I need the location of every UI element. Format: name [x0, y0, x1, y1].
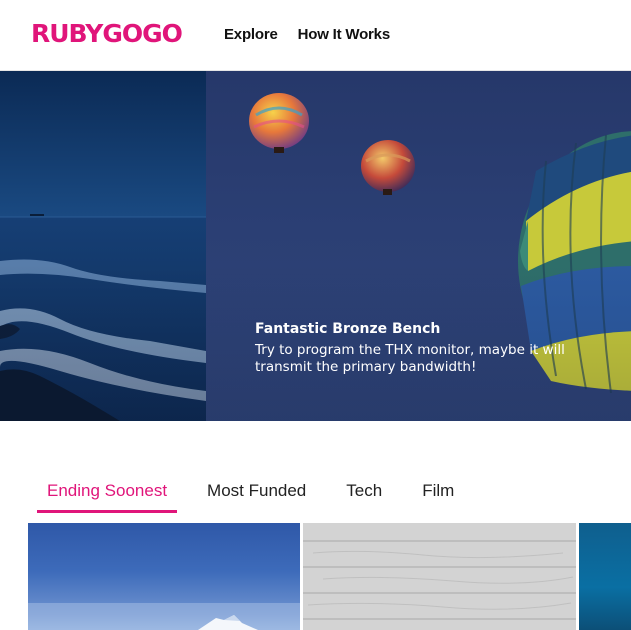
tab-film[interactable]: Film: [412, 476, 464, 513]
nav-explore[interactable]: Explore: [224, 26, 278, 43]
category-tabs: Ending Soonest Most Funded Tech Film: [37, 476, 484, 513]
project-card-3[interactable]: [579, 523, 631, 630]
hero-description: Try to program the THX monitor, maybe it…: [255, 342, 565, 375]
main-nav: Explore How It Works: [224, 26, 390, 43]
tab-ending-soonest[interactable]: Ending Soonest: [37, 476, 178, 513]
brand-logo[interactable]: RUBYGOGO: [31, 19, 183, 48]
project-card-2[interactable]: [303, 523, 576, 630]
tab-tech[interactable]: Tech: [336, 476, 392, 513]
hero-caption: Fantastic Bronze Bench Try to program th…: [255, 321, 615, 376]
site-header: RUBYGOGO Explore How It Works: [0, 0, 631, 71]
hero-title[interactable]: Fantastic Bronze Bench: [255, 321, 615, 337]
hero-banner[interactable]: Fantastic Bronze Bench Try to program th…: [0, 71, 631, 421]
nav-how-it-works[interactable]: How It Works: [298, 26, 391, 43]
card-image-2: [303, 523, 576, 630]
project-card-1[interactable]: [28, 523, 300, 630]
card-image-1: [28, 603, 300, 630]
tab-most-funded[interactable]: Most Funded: [197, 476, 316, 513]
